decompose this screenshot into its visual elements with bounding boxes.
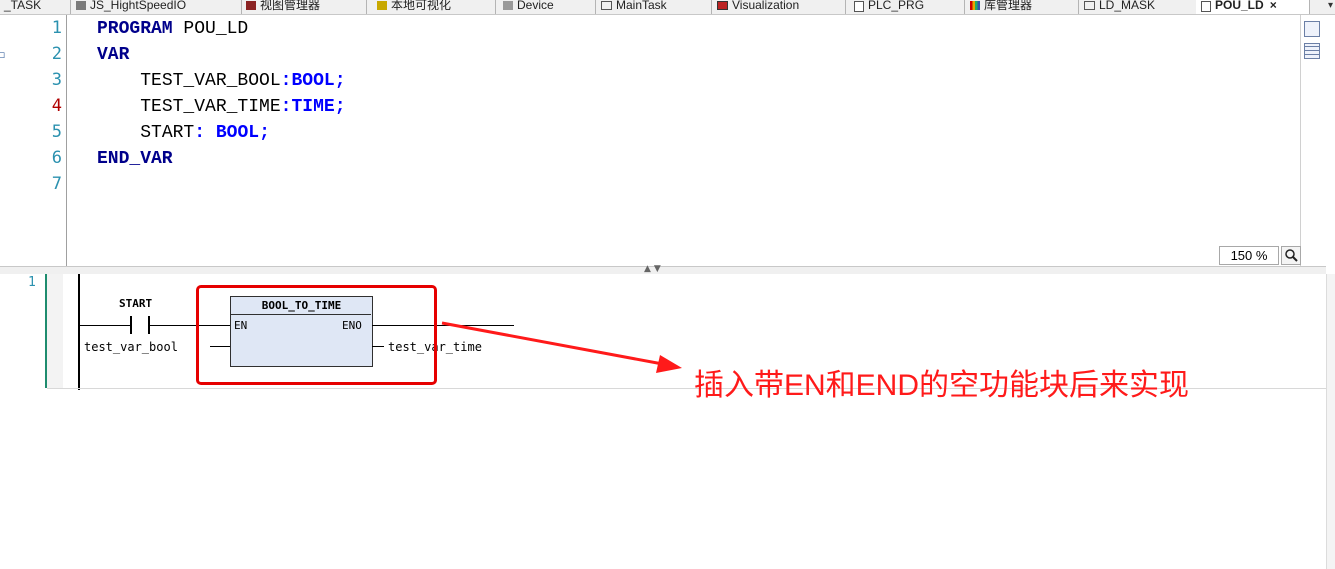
tab-ld-mask[interactable]: LD_MASK [1078,0,1197,14]
tab-label: PLC_PRG [868,0,925,12]
annotation-arrow [441,321,682,373]
code-line-4: TEST_VAR_TIME:TIME; [97,97,346,117]
separator: : [280,97,292,117]
code-line-1: PROGRAM POU_LD [97,19,248,39]
splitter-arrows-icon[interactable]: ▲▼ [644,264,664,274]
terminator: ; [334,71,346,91]
line-number-gutter: ▫ 1 2 3 4 5 6 7 [0,15,67,267]
line-number: 5 [51,122,62,142]
network-marker [45,274,47,388]
code-line-6: END_VAR [97,149,173,169]
type-name: TIME [291,97,335,117]
tab-visualization[interactable]: Visualization [712,0,846,14]
terminator: ; [334,97,346,117]
tab-task[interactable]: _TASK [0,0,71,14]
view-manager-icon [246,1,256,10]
tab-label: _TASK [4,0,42,12]
line-number: 6 [51,148,62,168]
tab-label: JS_HightSpeedIO [90,0,187,12]
contact-variable[interactable]: START [119,297,152,310]
tab-plc-prg[interactable]: PLC_PRG [848,0,965,14]
highlight-box [196,285,437,385]
tab-label: MainTask [616,0,667,12]
visualization-icon [717,1,728,10]
zoom-level[interactable]: 150 % [1219,246,1279,265]
program-name: POU_LD [172,19,249,39]
line-number: 4 [51,96,62,116]
editor-tab-bar: _TASK JS_HightSpeedIO 视图管理器 本地可视化 Device… [0,0,1335,15]
task-icon [601,1,612,10]
magnifier-icon [1285,249,1298,262]
variable-name: START [140,123,195,143]
library-icon [970,1,980,10]
tab-label: Device [517,0,554,12]
local-visu-icon [377,1,387,10]
code-line-2: VAR [97,45,129,65]
network-margin [47,274,63,388]
contact-left-bar[interactable] [130,316,132,334]
keyword: PROGRAM [97,19,173,39]
close-icon[interactable]: × [1270,0,1277,12]
tabular-view-icon[interactable] [1304,43,1320,59]
terminator: ; [259,123,270,143]
zoom-icon[interactable] [1281,246,1301,265]
network-number: 1 [28,275,36,290]
declaration-side-toolbar [1300,15,1335,267]
pou-icon [1201,1,1211,12]
line-number: 2 [51,44,62,64]
tab-js-hightspeedio[interactable]: JS_HightSpeedIO [71,0,242,14]
tab-library-manager[interactable]: 库管理器 [964,0,1079,14]
tab-maintask[interactable]: MainTask [596,0,712,14]
tab-local-visu[interactable]: 本地可视化 [372,0,496,14]
tab-view-manager[interactable]: 视图管理器 [242,0,367,14]
left-power-rail [78,274,80,390]
type-name: BOOL [291,71,335,91]
separator: : [280,71,292,91]
variable-name: TEST_VAR_TIME [140,97,281,117]
io-icon [76,1,86,10]
tab-pou-ld[interactable]: POU_LD × [1196,0,1310,14]
device-icon [503,1,513,10]
variable-name: TEST_VAR_BOOL [140,71,281,91]
tab-label: Visualization [732,0,800,12]
keyword: END_VAR [97,149,173,169]
code-line-3: TEST_VAR_BOOL:BOOL; [97,71,346,91]
type-name: BOOL [215,123,260,143]
annotation-text: 插入带EN和END的空功能块后来实现 [694,369,1190,402]
code-line-5: START: BOOL; [97,123,270,143]
tab-dropdown-icon[interactable]: ▾ [1328,0,1333,11]
line-number: 1 [51,18,62,38]
wire [80,325,130,326]
vertical-scrollbar[interactable] [1326,274,1335,569]
keyword: VAR [97,45,130,65]
tab-label: 视图管理器 [260,0,321,12]
tab-label: LD_MASK [1099,0,1156,12]
pou-icon [854,1,864,12]
textual-view-icon[interactable] [1304,21,1320,37]
fold-marker-icon[interactable]: ▫ [0,48,5,61]
separator: : [194,123,216,143]
tab-label: 库管理器 [984,0,1033,12]
input-variable[interactable]: test_var_bool [84,340,178,354]
line-number: 7 [51,174,62,194]
task-icon [1084,1,1095,10]
tab-device[interactable]: Device [498,0,596,14]
line-number: 3 [51,70,62,90]
tab-label: POU_LD [1215,0,1264,12]
tab-label: 本地可视化 [391,0,452,12]
